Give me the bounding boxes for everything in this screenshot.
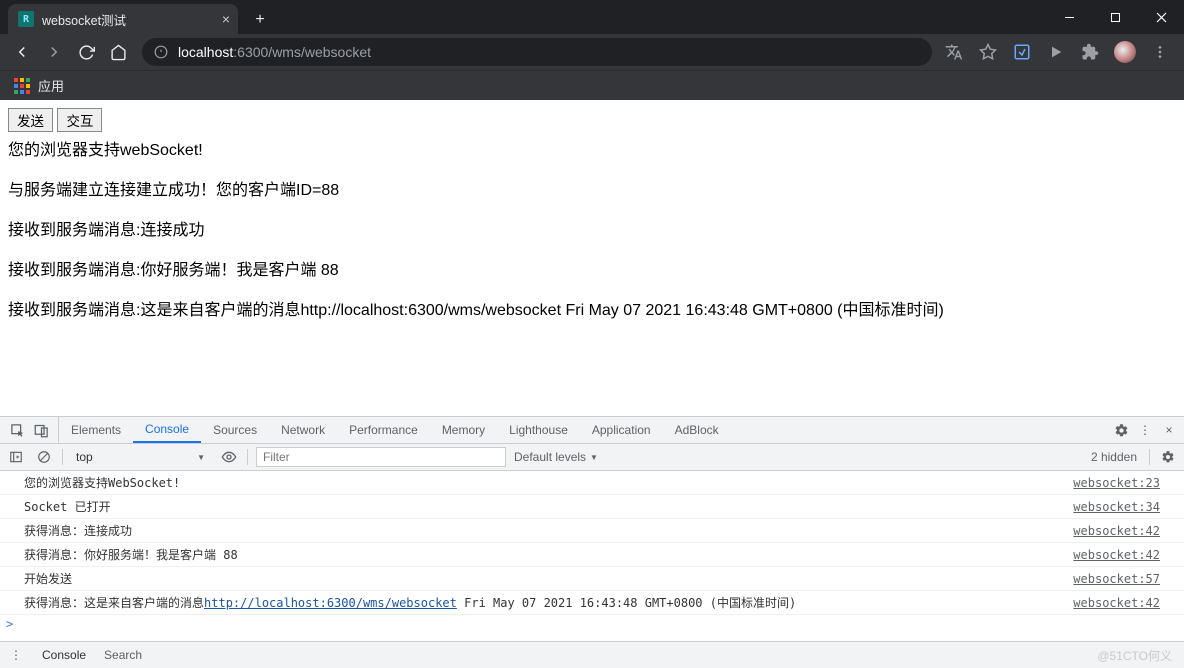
page-line-2: 与服务端建立连接建立成功！您的客户端ID=88 (8, 176, 1176, 200)
page-line-3: 接收到服务端消息:连接成功 (8, 216, 1176, 240)
menu-icon[interactable] (1150, 42, 1170, 62)
log-link[interactable]: http://localhost:6300/wms/websocket (204, 596, 457, 610)
drawer-tab-console[interactable]: Console (42, 648, 86, 662)
log-source-link[interactable]: websocket:42 (1073, 596, 1160, 610)
console-log-row: 获得消息：这是来自客户端的消息http://localhost:6300/wms… (0, 591, 1184, 615)
tab-memory[interactable]: Memory (430, 417, 497, 443)
interact-button[interactable]: 交互 (57, 108, 102, 132)
new-tab-button[interactable]: + (246, 6, 274, 34)
url-text: localhost:6300/wms/websocket (178, 44, 371, 60)
address-bar[interactable]: localhost:6300/wms/websocket (142, 38, 932, 66)
tab-performance[interactable]: Performance (337, 417, 430, 443)
drawer-menu-icon[interactable]: ⋮ (8, 648, 24, 662)
console-settings-gear-icon[interactable] (1158, 447, 1178, 467)
console-sidebar-toggle-icon[interactable] (6, 447, 26, 467)
tab-lighthouse[interactable]: Lighthouse (497, 417, 580, 443)
hidden-count: 2 hidden (1091, 450, 1141, 464)
devtools-tabs: Elements Console Sources Network Perform… (0, 417, 1184, 444)
log-source-link[interactable]: websocket:34 (1073, 500, 1160, 514)
console-log-row: 您的浏览器支持WebSocket!websocket:23 (0, 471, 1184, 495)
log-levels-selector[interactable]: Default levels ▼ (514, 450, 598, 464)
close-devtools-icon[interactable]: × (1158, 419, 1180, 441)
window-close-button[interactable] (1138, 0, 1184, 34)
filter-input[interactable] (256, 447, 506, 467)
tab-elements[interactable]: Elements (59, 417, 133, 443)
close-tab-icon[interactable]: × (222, 11, 230, 27)
log-message: 您的浏览器支持WebSocket! (24, 474, 1073, 491)
console-log-row: 获得消息：连接成功websocket:42 (0, 519, 1184, 543)
tab-adblock[interactable]: AdBlock (663, 417, 731, 443)
profile-avatar[interactable] (1114, 41, 1136, 63)
site-info-icon[interactable] (154, 45, 168, 59)
clear-console-icon[interactable] (34, 447, 54, 467)
forward-button[interactable] (40, 38, 68, 66)
device-toggle-icon[interactable] (30, 419, 52, 441)
log-message: 获得消息：你好服务端！我是客户端 88 (24, 546, 1073, 563)
reload-button[interactable] (72, 38, 100, 66)
log-message: 获得消息：连接成功 (24, 522, 1073, 539)
apps-icon[interactable] (14, 78, 30, 94)
translate-icon[interactable] (944, 42, 964, 62)
kebab-menu-icon[interactable]: ⋮ (1134, 419, 1156, 441)
log-source-link[interactable]: websocket:42 (1073, 548, 1160, 562)
favicon-icon: R (18, 11, 34, 27)
console-toolbar: Default levels ▼ 2 hidden (0, 444, 1184, 471)
bookmark-apps-label[interactable]: 应用 (38, 76, 64, 95)
tab-console[interactable]: Console (133, 417, 201, 443)
console-output[interactable]: 您的浏览器支持WebSocket!websocket:23Socket 已打开w… (0, 471, 1184, 641)
tab-strip: R websocket测试 × + (0, 0, 1184, 34)
browser-tab[interactable]: R websocket测试 × (8, 4, 238, 34)
page-line-1: 您的浏览器支持webSocket! (8, 136, 1176, 160)
log-source-link[interactable]: websocket:23 (1073, 476, 1160, 490)
home-button[interactable] (104, 38, 132, 66)
page-content: 发送 交互 您的浏览器支持webSocket! 与服务端建立连接建立成功！您的客… (0, 100, 1184, 416)
page-line-5: 接收到服务端消息:这是来自客户端的消息http://localhost:6300… (8, 296, 1176, 320)
live-expression-icon[interactable] (219, 447, 239, 467)
toolbar: localhost:6300/wms/websocket (0, 34, 1184, 70)
drawer-tab-search[interactable]: Search (104, 648, 142, 662)
log-message: 开始发送 (24, 570, 1073, 587)
extension-icon[interactable] (1012, 42, 1032, 62)
window-minimize-button[interactable] (1046, 0, 1092, 34)
console-log-row: 获得消息：你好服务端！我是客户端 88websocket:42 (0, 543, 1184, 567)
console-log-row: Socket 已打开websocket:34 (0, 495, 1184, 519)
back-button[interactable] (8, 38, 36, 66)
send-button[interactable]: 发送 (8, 108, 53, 132)
console-log-row: 开始发送websocket:57 (0, 567, 1184, 591)
tab-application[interactable]: Application (580, 417, 663, 443)
tab-network[interactable]: Network (269, 417, 337, 443)
devtools-panel: Elements Console Sources Network Perform… (0, 416, 1184, 668)
play-icon[interactable] (1046, 42, 1066, 62)
bookmarks-bar: 应用 (0, 70, 1184, 100)
log-source-link[interactable]: websocket:42 (1073, 524, 1160, 538)
log-message: Socket 已打开 (24, 498, 1073, 515)
star-icon[interactable] (978, 42, 998, 62)
tab-title: websocket测试 (42, 10, 126, 29)
log-source-link[interactable]: websocket:57 (1073, 572, 1160, 586)
page-line-4: 接收到服务端消息:你好服务端！我是客户端 88 (8, 256, 1176, 280)
log-message: 获得消息：这是来自客户端的消息http://localhost:6300/wms… (24, 594, 1073, 611)
tab-sources[interactable]: Sources (201, 417, 269, 443)
window-maximize-button[interactable] (1092, 0, 1138, 34)
extensions-puzzle-icon[interactable] (1080, 42, 1100, 62)
console-prompt[interactable]: > (0, 615, 1184, 633)
settings-gear-icon[interactable] (1110, 419, 1132, 441)
context-selector[interactable] (71, 449, 211, 465)
inspect-icon[interactable] (6, 419, 28, 441)
devtools-drawer: ⋮ Console Search (0, 641, 1184, 668)
